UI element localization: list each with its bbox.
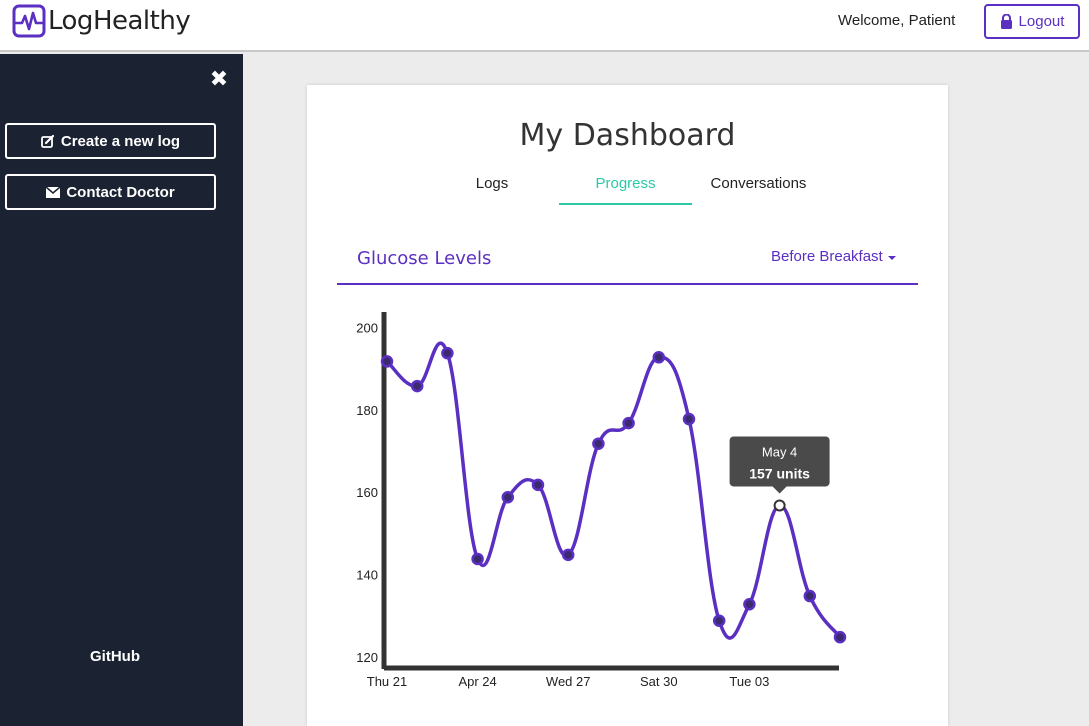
section-divider <box>337 283 918 285</box>
create-log-label: Create a new log <box>60 132 181 150</box>
envelope-icon <box>46 186 61 198</box>
caret-down-icon <box>887 255 896 260</box>
data-point[interactable] <box>773 499 786 512</box>
github-link[interactable]: GitHub <box>0 648 230 665</box>
sidebar: ✖ Create a new log Contact Doctor GitHub <box>0 54 243 726</box>
dashboard-card: My Dashboard Logs Progress Conversations… <box>307 85 948 726</box>
lock-icon <box>1000 14 1012 29</box>
data-point[interactable] <box>561 548 575 562</box>
data-point[interactable] <box>501 490 515 504</box>
logout-label: Logout <box>1018 13 1065 30</box>
welcome-text: Welcome, Patient <box>838 12 956 29</box>
tab-logs[interactable]: Logs <box>442 175 542 205</box>
data-point[interactable] <box>743 598 756 611</box>
data-point[interactable] <box>682 412 696 426</box>
top-navbar: LogHealthy Welcome, Patient Logout <box>0 0 1089 52</box>
contact-doctor-label: Contact Doctor <box>66 183 175 201</box>
data-point[interactable] <box>531 478 545 492</box>
data-point[interactable] <box>471 552 484 566</box>
data-point[interactable] <box>441 346 454 360</box>
app-logo[interactable]: LogHealthy <box>12 4 191 38</box>
data-point[interactable] <box>803 589 817 603</box>
tab-conversations-label: Conversations <box>710 175 807 192</box>
data-point[interactable] <box>712 614 726 627</box>
tab-progress[interactable]: Progress <box>559 175 692 205</box>
data-point[interactable] <box>622 416 635 430</box>
tab-conversations[interactable]: Conversations <box>692 175 825 205</box>
data-point[interactable] <box>380 355 394 368</box>
meal-filter-dropdown[interactable]: Before Breakfast <box>771 248 896 265</box>
data-point[interactable] <box>652 351 666 364</box>
data-point[interactable] <box>592 437 605 450</box>
page-title: My Dashboard <box>519 118 736 153</box>
edit-icon <box>40 134 54 148</box>
tab-progress-label: Progress <box>595 175 656 192</box>
meal-filter-value: Before Breakfast <box>771 248 883 265</box>
close-icon[interactable]: ✖ <box>208 68 230 90</box>
contact-doctor-button[interactable]: Contact Doctor <box>5 174 216 210</box>
data-point[interactable] <box>833 630 847 644</box>
heartbeat-logo-icon <box>12 4 46 38</box>
create-log-button[interactable]: Create a new log <box>5 123 216 159</box>
section-title: Glucose Levels <box>357 248 492 269</box>
data-point[interactable] <box>410 379 424 393</box>
app-name: LogHealthy <box>48 6 191 36</box>
tab-logs-label: Logs <box>475 175 509 192</box>
logout-button[interactable]: Logout <box>984 4 1080 39</box>
